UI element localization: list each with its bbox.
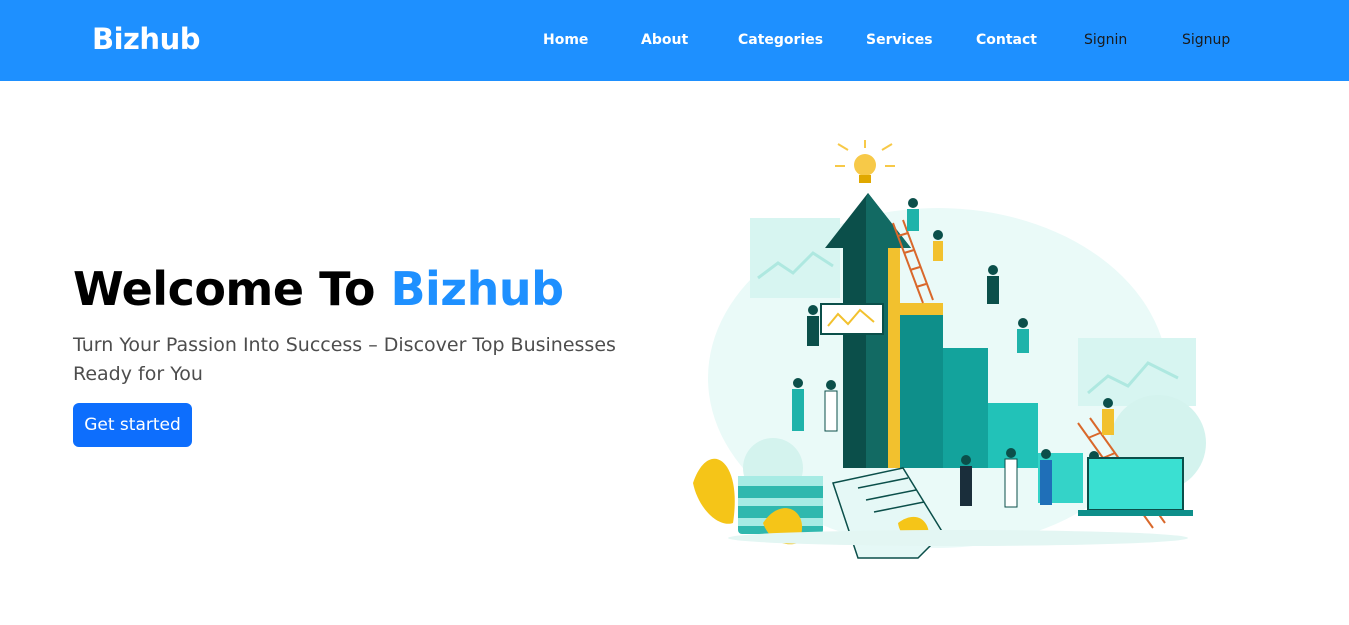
hero-title-accent: Bizhub (390, 262, 564, 316)
nav-signin[interactable]: Signin (1084, 32, 1127, 48)
nav-services[interactable]: Services (866, 32, 933, 48)
get-started-button[interactable]: Get started (73, 403, 192, 447)
top-navbar: Bizhub Home About Categories Services Co… (0, 0, 1349, 81)
hero-title: Welcome To Bizhub (73, 262, 564, 316)
brand-logo[interactable]: Bizhub (92, 22, 200, 56)
hero-title-prefix: Welcome To (73, 262, 391, 316)
nav-signup[interactable]: Signup (1182, 32, 1230, 48)
hero-subtitle: Turn Your Passion Into Success – Discove… (73, 334, 616, 385)
business-growth-illustration (693, 140, 1206, 559)
nav-home[interactable]: Home (543, 32, 588, 48)
nav-contact[interactable]: Contact (976, 32, 1037, 48)
lightbulb-icon (835, 140, 895, 183)
nav-categories[interactable]: Categories (738, 32, 823, 48)
nav-about[interactable]: About (641, 32, 688, 48)
